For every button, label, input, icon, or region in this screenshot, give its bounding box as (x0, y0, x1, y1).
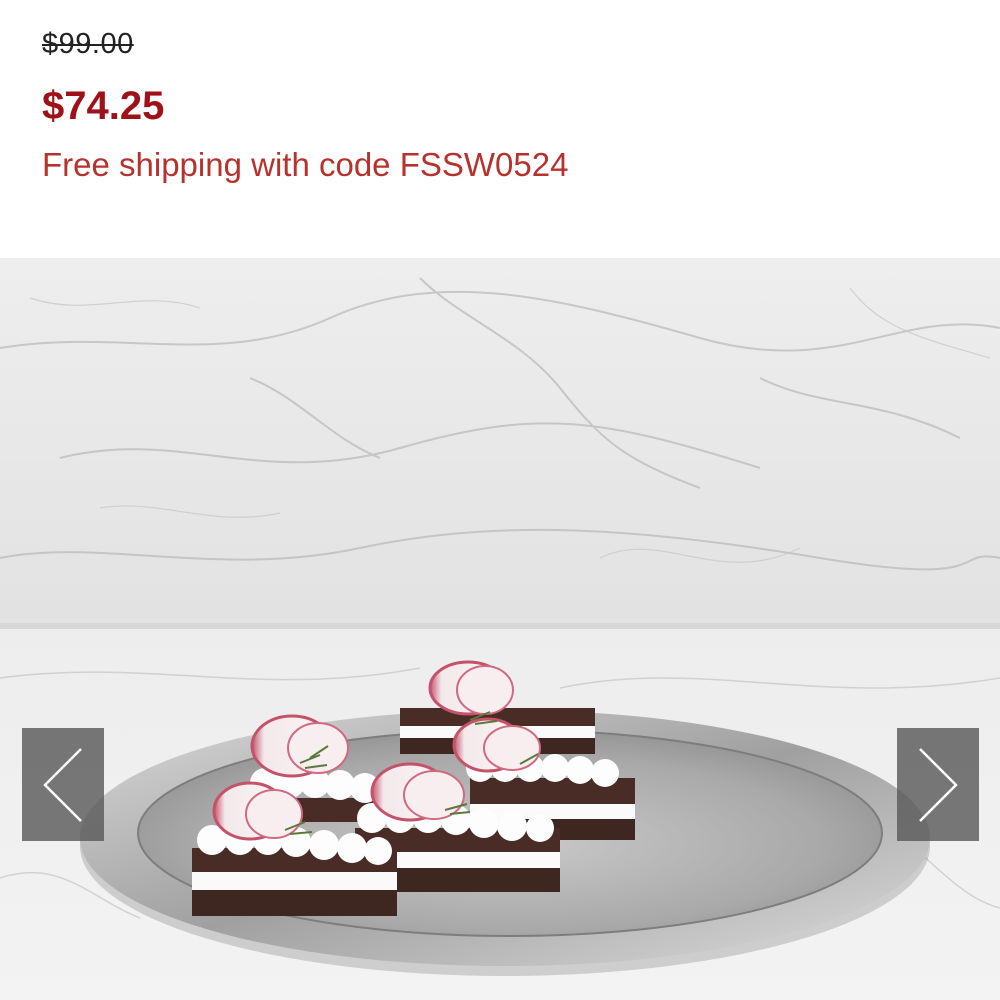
chevron-right-icon (919, 747, 958, 822)
price-block: $99.00 $74.25 Free shipping with code FS… (0, 0, 1000, 258)
original-price: $99.00 (42, 28, 134, 60)
product-image (0, 258, 1000, 1000)
chevron-left-icon (43, 747, 82, 822)
next-image-button[interactable] (897, 728, 979, 841)
sale-price: $74.25 (42, 84, 165, 128)
previous-image-button[interactable] (22, 728, 104, 841)
shipping-promo-text: Free shipping with code FSSW0524 (42, 146, 569, 183)
product-image-gallery (0, 258, 1000, 1000)
